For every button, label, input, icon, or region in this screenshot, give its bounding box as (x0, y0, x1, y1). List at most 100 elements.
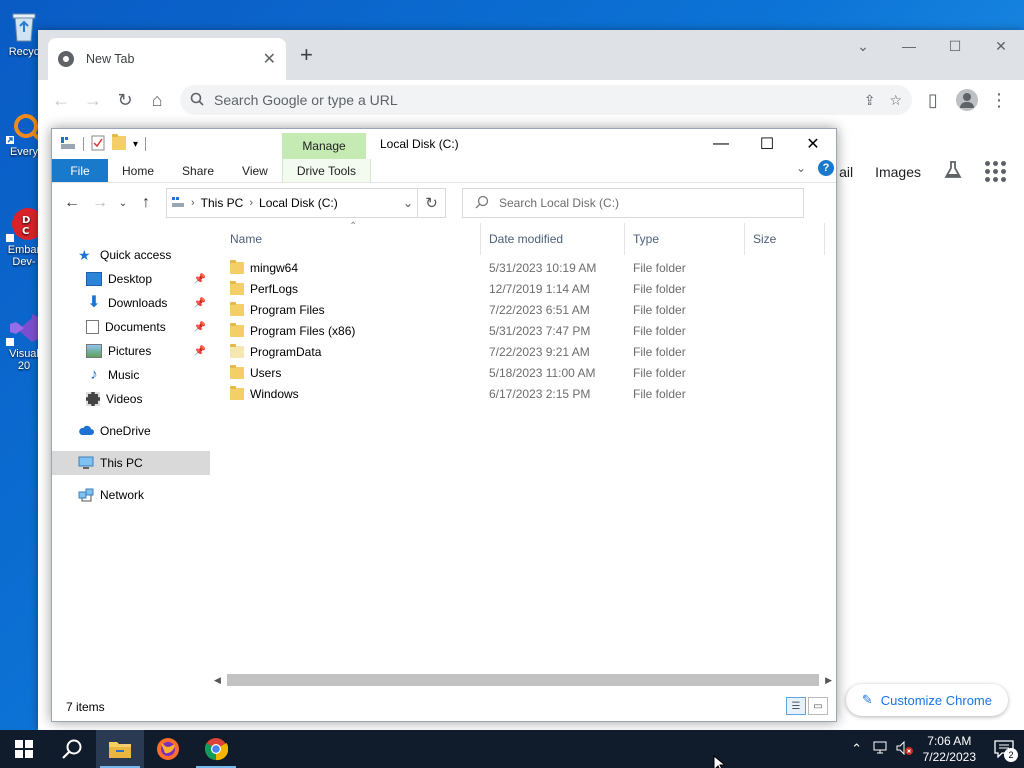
scroll-left-icon[interactable]: ◀ (214, 675, 221, 686)
ribbon-tab-share[interactable]: Share (168, 159, 228, 182)
file-row-programdata[interactable]: ProgramData 7/22/2023 9:21 AM File folde… (222, 341, 836, 362)
horizontal-scrollbar[interactable]: ◀ ▶ (214, 673, 832, 687)
images-link[interactable]: Images (875, 164, 921, 180)
minimize-icon[interactable]: — (886, 30, 932, 62)
ribbon-tab-file[interactable]: File (52, 159, 108, 182)
nav-item-videos[interactable]: Videos (52, 387, 210, 411)
nav-item-documents[interactable]: Documents 📌 (52, 315, 210, 339)
file-name: Users (250, 365, 282, 380)
column-header-date-modified[interactable]: Date modified (481, 223, 625, 255)
tab-close-icon[interactable]: ✕ (263, 49, 276, 69)
new-tab-button[interactable]: + (300, 44, 313, 66)
file-type: File folder (633, 386, 686, 401)
explorer-navigation-bar: ← → ⌄ ↑ › This PC › Local Disk (C:) ⌄ ↻ … (52, 183, 836, 223)
minimize-icon[interactable]: — (698, 129, 744, 159)
back-icon[interactable]: ← (60, 194, 84, 212)
side-panel-icon[interactable]: ▯ (918, 85, 948, 115)
new-folder-icon[interactable] (112, 133, 126, 153)
profile-avatar-icon[interactable] (956, 89, 978, 111)
large-icons-view-icon[interactable]: ▭ (808, 697, 828, 715)
folder-icon (230, 385, 244, 400)
nav-item-music[interactable]: ♪ Music (52, 363, 210, 387)
file-explorer-taskbar-icon[interactable] (96, 730, 144, 768)
chrome-taskbar-icon[interactable] (192, 730, 240, 768)
ribbon-tab-home[interactable]: Home (108, 159, 168, 182)
ribbon-tab-drive-tools[interactable]: Drive Tools (281, 159, 371, 182)
forward-icon[interactable]: → (88, 194, 112, 212)
chrome-favicon-icon (58, 51, 74, 67)
expand-ribbon-chevron-icon[interactable]: ⌄ (796, 161, 806, 175)
scrollbar-thumb[interactable] (226, 674, 820, 686)
maximize-icon[interactable]: ☐ (744, 129, 790, 159)
labs-flask-icon[interactable] (943, 160, 963, 183)
nav-item-quick-access[interactable]: ★ Quick access (52, 243, 210, 267)
file-list: mingw64 5/31/2023 10:19 AM File folder P… (222, 255, 836, 404)
nav-item-onedrive[interactable]: OneDrive (52, 419, 210, 443)
nav-item-label: Videos (106, 392, 143, 406)
close-icon[interactable]: ✕ (978, 30, 1024, 62)
show-hidden-icons-chevron-icon[interactable]: ⌃ (845, 741, 869, 757)
scroll-right-icon[interactable]: ▶ (825, 675, 832, 686)
search-box[interactable]: Search Local Disk (C:) (462, 188, 804, 218)
volume-muted-icon[interactable] (893, 740, 917, 758)
manage-tab[interactable]: Manage (282, 133, 366, 159)
maximize-icon[interactable]: ☐ (932, 30, 978, 62)
firefox-icon[interactable] (144, 730, 192, 768)
close-icon[interactable]: ✕ (790, 129, 836, 159)
file-row-mingw64[interactable]: mingw64 5/31/2023 10:19 AM File folder (222, 257, 836, 278)
nav-item-pictures[interactable]: Pictures 📌 (52, 339, 210, 363)
forward-icon[interactable]: → (78, 85, 108, 115)
file-row-perflogs[interactable]: PerfLogs 12/7/2019 1:14 AM File folder (222, 278, 836, 299)
start-windows-icon[interactable] (0, 730, 48, 768)
nav-item-downloads[interactable]: ⬇ Downloads 📌 (52, 291, 210, 315)
nav-item-desktop[interactable]: Desktop 📌 (52, 267, 210, 291)
pin-icon[interactable]: 📌 (194, 322, 206, 333)
back-icon[interactable]: ← (46, 85, 76, 115)
breadcrumb-this-pc[interactable]: This PC (201, 196, 244, 210)
file-row-program-files-x86[interactable]: Program Files (x86) 5/31/2023 7:47 PM Fi… (222, 320, 836, 341)
file-row-program-files[interactable]: Program Files 7/22/2023 6:51 AM File fol… (222, 299, 836, 320)
address-dropdown-icon[interactable]: ⌄ (403, 196, 413, 210)
pin-icon[interactable]: 📌 (194, 346, 206, 357)
file-row-users[interactable]: Users 5/18/2023 11:00 AM File folder (222, 362, 836, 383)
network-status-icon[interactable] (869, 741, 893, 758)
tab-search-chevron-icon[interactable]: ⌄ (840, 30, 886, 62)
up-arrow-icon[interactable]: ↑ (134, 194, 158, 212)
breadcrumb-local-disk[interactable]: Local Disk (C:) (259, 196, 338, 210)
breadcrumb-separator-icon[interactable]: › (191, 197, 195, 209)
help-icon[interactable]: ? (818, 160, 834, 176)
folder-icon (230, 301, 244, 316)
breadcrumb-separator-icon[interactable]: › (249, 197, 253, 209)
share-icon[interactable]: ⇪ (864, 92, 876, 109)
action-center-button[interactable]: 2 (984, 730, 1024, 768)
pin-icon[interactable]: 📌 (194, 298, 206, 309)
customize-chrome-button[interactable]: ✎ Customize Chrome (845, 684, 1008, 716)
nav-item-this-pc[interactable]: This PC (52, 451, 210, 475)
gmail-link[interactable]: ail (839, 164, 853, 180)
ribbon-tab-view[interactable]: View (228, 159, 282, 182)
chrome-tab-new-tab[interactable]: New Tab ✕ (48, 38, 286, 80)
search-icon[interactable] (48, 730, 96, 768)
file-row-windows[interactable]: Windows 6/17/2023 2:15 PM File folder (222, 383, 836, 404)
pin-icon[interactable]: 📌 (194, 274, 206, 285)
qat-dropdown-icon[interactable]: ▾ (133, 139, 138, 150)
clock[interactable]: 7:06 AM 7/22/2023 (923, 733, 976, 765)
recent-locations-chevron-icon[interactable]: ⌄ (116, 198, 130, 209)
bookmark-star-icon[interactable]: ☆ (889, 92, 902, 109)
file-type: File folder (633, 281, 686, 296)
file-name: ProgramData (250, 344, 322, 359)
column-header-type[interactable]: Type (625, 223, 745, 255)
address-bar[interactable]: › This PC › Local Disk (C:) ⌄ ↻ (166, 188, 446, 218)
omnibox[interactable]: Search Google or type a URL ⇪ ☆ (180, 85, 912, 115)
reload-icon[interactable]: ↻ (110, 85, 140, 115)
column-header-size[interactable]: Size (745, 223, 825, 255)
nav-item-network[interactable]: Network (52, 483, 210, 507)
folder-icon (230, 322, 244, 337)
refresh-icon[interactable]: ↻ (417, 189, 445, 217)
menu-kebab-icon[interactable]: ⋮ (984, 85, 1014, 115)
details-view-icon[interactable]: ☰ (786, 697, 806, 715)
home-icon[interactable]: ⌂ (142, 85, 172, 115)
google-apps-grid-icon[interactable] (985, 161, 1006, 182)
properties-icon[interactable] (91, 135, 105, 154)
nav-item-label: OneDrive (100, 424, 151, 438)
